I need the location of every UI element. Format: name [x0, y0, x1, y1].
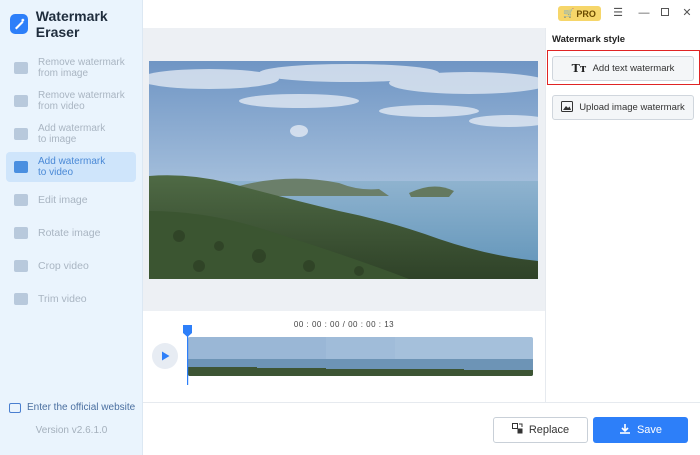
version-label: Version v2.6.1.0 [35, 425, 108, 436]
sidebar-item-label: Edit image [38, 193, 88, 206]
panel-title: Watermark style [552, 34, 626, 45]
playhead-handle[interactable] [183, 325, 192, 385]
sidebar-nav: Remove watermark from image Remove water… [6, 53, 136, 317]
rotate-image-icon [14, 227, 28, 239]
minimize-icon[interactable]: — [637, 6, 651, 20]
play-icon [162, 351, 170, 361]
watermark-style-panel: Watermark style Tт Add text watermark Up… [545, 28, 700, 402]
trim-video-icon [14, 293, 28, 305]
cart-icon: 🛒 [563, 8, 575, 18]
sidebar-item-crop-video[interactable]: Crop video [6, 251, 136, 281]
save-button[interactable]: Save [593, 417, 688, 443]
sidebar-item-label: Rotate image [38, 226, 101, 239]
replace-icon [511, 423, 523, 437]
upload-image-watermark-button[interactable]: Upload image watermark [552, 95, 694, 120]
pro-label: PRO [576, 8, 596, 19]
titlebar: 🛒 PRO ☰ — ✕ [143, 0, 700, 28]
sidebar-item-label: Trim video [38, 292, 87, 305]
monitor-icon [9, 402, 21, 413]
video-preview-area [143, 28, 545, 311]
save-label: Save [636, 424, 663, 436]
video-add-icon [14, 161, 28, 173]
maximize-icon[interactable] [658, 6, 672, 20]
sidebar: Watermark Eraser Remove watermark from i… [0, 0, 143, 455]
sidebar-item-label: Crop video [38, 259, 89, 272]
replace-label: Replace [528, 424, 570, 436]
sidebar-item-remove-watermark-video[interactable]: Remove watermark from video [6, 86, 136, 116]
sidebar-item-remove-watermark-image[interactable]: Remove watermark from image [6, 53, 136, 83]
app-title: Watermark Eraser [35, 8, 108, 40]
image-erase-icon [14, 62, 28, 74]
play-button[interactable] [152, 343, 178, 369]
sidebar-item-label: Add watermark to image [38, 123, 106, 145]
add-text-watermark-button[interactable]: Tт Add text watermark [552, 56, 694, 81]
video-preview[interactable] [149, 61, 538, 279]
app-logo-icon [10, 14, 28, 34]
official-website-link[interactable]: Enter the official website [9, 402, 135, 413]
menu-icon[interactable]: ☰ [611, 6, 625, 20]
add-text-watermark-label: Add text watermark [592, 63, 675, 74]
sidebar-item-trim-video[interactable]: Trim video [6, 284, 136, 314]
sidebar-item-add-watermark-image[interactable]: Add watermark to image [6, 119, 136, 149]
timeline-area: 00 : 00 : 00 / 00 : 00 : 13 [143, 311, 545, 402]
timeline-frame [326, 337, 395, 376]
sidebar-item-label: Add watermark to video [38, 156, 106, 178]
timeline-thumbnails[interactable] [188, 337, 533, 376]
timecode: 00 : 00 : 00 / 00 : 00 : 13 [293, 320, 395, 329]
sidebar-item-label: Remove watermark from image [38, 57, 125, 79]
image-add-icon [14, 128, 28, 140]
timeline-frame [188, 337, 257, 376]
app-brand: Watermark Eraser [10, 8, 142, 40]
close-icon[interactable]: ✕ [680, 6, 694, 20]
text-icon: Tт [571, 62, 587, 75]
crop-video-icon [14, 260, 28, 272]
edit-image-icon [14, 194, 28, 206]
official-website-label: Enter the official website [27, 402, 136, 413]
sidebar-item-edit-image[interactable]: Edit image [6, 185, 136, 215]
upload-image-watermark-label: Upload image watermark [579, 102, 685, 113]
sidebar-item-rotate-image[interactable]: Rotate image [6, 218, 136, 248]
landscape-video-frame [149, 61, 538, 279]
timeline-frame [257, 337, 326, 376]
timeline-frame [395, 337, 464, 376]
timeline-frame [464, 337, 533, 376]
video-erase-icon [14, 95, 28, 107]
replace-button[interactable]: Replace [493, 417, 588, 443]
bottom-action-bar: Replace Save [143, 402, 700, 455]
download-icon [619, 423, 631, 438]
sidebar-item-label: Remove watermark from video [38, 90, 125, 112]
pro-badge[interactable]: 🛒 PRO [558, 6, 601, 21]
sidebar-item-add-watermark-video[interactable]: Add watermark to video [6, 152, 136, 182]
image-icon [561, 100, 574, 115]
